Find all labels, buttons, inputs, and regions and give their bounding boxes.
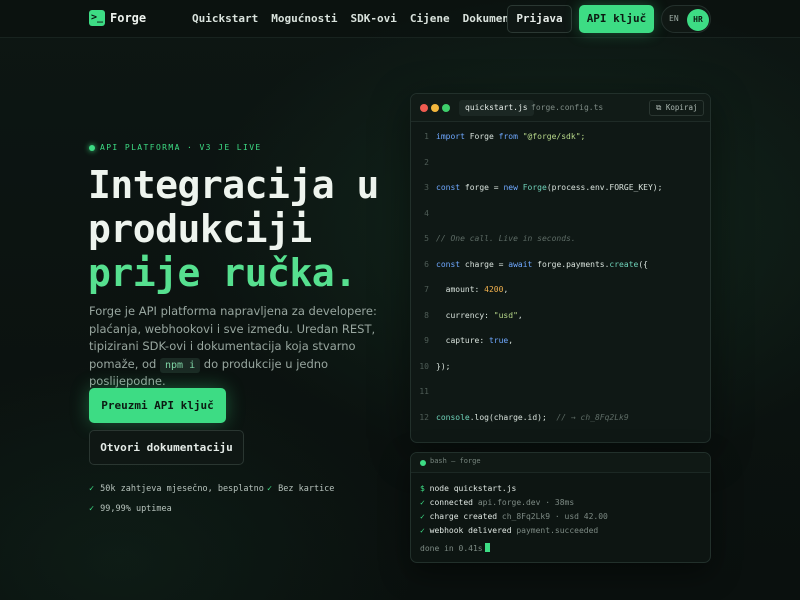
code-line: 4 [411, 207, 710, 221]
line-number: 5 [424, 234, 429, 243]
terminal-title: bash — forge [430, 457, 481, 465]
code-line: 7 amount: 4200, [411, 283, 710, 297]
tab-quickstart[interactable]: quickstart.js [459, 100, 534, 116]
check-icon: ✓ [267, 484, 273, 494]
lang-option-en[interactable]: EN [669, 14, 679, 23]
lang-option-hr[interactable]: HR [687, 9, 709, 31]
headline-line-2: produkciji [88, 207, 312, 251]
code-editor: quickstart.js forge.config.ts ⧉ Kopiraj … [410, 93, 711, 443]
terminal-icon: >_ [89, 10, 105, 26]
line-code: import Forge from "@forge/sdk"; [436, 132, 586, 141]
window-maximize-dot-icon [442, 104, 450, 112]
line-number: 6 [424, 259, 429, 269]
code-line: 8 currency: "usd", [411, 309, 710, 323]
nav-link-sdks[interactable]: SDK-ovi [350, 12, 396, 25]
code-line: 12 console.log(charge.id); // → ch_8Fq2Lk… [411, 411, 710, 425]
live-dot-icon [89, 144, 95, 151]
line-number: 7 [424, 285, 429, 294]
line-number: 11 [419, 387, 429, 396]
window-close-dot-icon [420, 104, 428, 112]
npm-install-code: npm i [160, 357, 201, 373]
nav-link-features[interactable]: Mogućnosti [271, 12, 337, 25]
nav-link-pricing[interactable]: Cijene [410, 12, 450, 25]
check-icon: ✓ [89, 484, 95, 494]
check-item-uptime: ✓ 99,99% uptimea [89, 504, 172, 514]
check-icon: ✓ [89, 504, 95, 514]
copy-label: Kopiraj [665, 103, 698, 112]
line-code: const forge = new Forge(process.env.FORG… [436, 183, 663, 192]
hero-eyebrow: API PLATFORMA · V3 JE LIVE [89, 143, 262, 152]
line-code: }); [436, 361, 451, 371]
check-item-requests: ✓ 50k zahtjeva mjesečno, besplatno [89, 484, 264, 494]
line-code: capture: true, [436, 336, 514, 345]
nav-links: Quickstart Mogućnosti SDK-ovi Cijene Dok… [192, 12, 549, 25]
code-line: 1 import Forge from "@forge/sdk"; [411, 130, 710, 144]
eyebrow-text: API PLATFORMA · V3 JE LIVE [100, 143, 262, 152]
terminal-cursor [484, 543, 490, 552]
copy-button[interactable]: ⧉ Kopiraj [649, 100, 705, 116]
line-code: amount: 4200, [436, 285, 509, 294]
code-line: 3 const forge = new Forge(process.env.FOR… [411, 181, 710, 195]
line-number: 10 [419, 361, 429, 371]
api-key-button[interactable]: API ključ [579, 5, 654, 33]
code-line: 10}); [411, 360, 710, 374]
brand-logo[interactable]: >_ Forge [89, 10, 146, 26]
check-item-no-card: ✓ Bez kartice [267, 484, 334, 494]
hero-description: Forge je API platforma napravljena za de… [89, 303, 389, 391]
check-label: Bez kartice [278, 484, 335, 494]
editor-titlebar: quickstart.js forge.config.ts ⧉ Kopiraj [411, 94, 710, 122]
top-nav: >_ Forge Quickstart Mogućnosti SDK-ovi C… [0, 0, 800, 38]
line-code: // One call. Live in seconds. [436, 234, 576, 243]
brand-name: Forge [110, 11, 147, 25]
copy-icon: ⧉ [656, 103, 666, 112]
code-line: 2 [411, 156, 710, 170]
line-number: 9 [424, 336, 429, 345]
terminal-window: bash — forge $ node quickstart.js ✓ conn… [410, 452, 711, 563]
tab-forge-config[interactable]: forge.config.ts [531, 100, 603, 116]
open-docs-button[interactable]: Otvori dokumentaciju [89, 430, 244, 465]
headline-line-3: prije ručka. [88, 251, 357, 295]
line-code: currency: "usd", [436, 310, 523, 320]
line-number: 12 [419, 412, 429, 422]
line-number: 3 [424, 183, 429, 192]
terminal-titlebar: bash — forge [411, 453, 710, 473]
terminal-output-line: ✓ connected api.forge.dev · 38ms [420, 498, 575, 507]
check-label: 50k zahtjeva mjesečno, besplatno [100, 484, 264, 494]
line-code: const charge = await forge.payments.crea… [436, 259, 648, 269]
terminal-output-line: ✓ webhook delivered payment.succeeded [420, 526, 599, 535]
terminal-command-line: $ node quickstart.js [420, 484, 517, 493]
hero-headline: Integracija u produkciji prije ručka. [88, 163, 379, 295]
code-line: 5 // One call. Live in seconds. [411, 232, 710, 246]
line-number: 4 [424, 208, 429, 218]
line-code: console.log(charge.id); // → ch_8Fq2Lk9 [436, 412, 629, 422]
line-number: 8 [424, 310, 429, 320]
terminal-status-dot-icon [420, 460, 426, 466]
headline-line-1: Integracija u [88, 163, 379, 207]
check-label: 99,99% uptimea [100, 504, 172, 514]
code-line: 6 const charge = await forge.payments.cre… [411, 258, 710, 272]
nav-link-quickstart[interactable]: Quickstart [192, 12, 258, 25]
code-line: 11 [411, 385, 710, 399]
code-line: 9 capture: true, [411, 334, 710, 348]
window-minimize-dot-icon [431, 104, 439, 112]
language-switch[interactable]: EN HR [661, 5, 711, 33]
line-number: 1 [424, 132, 429, 141]
terminal-done-line: done in 0.41s [420, 543, 490, 555]
get-api-key-button[interactable]: Preuzmi API ključ [89, 388, 226, 423]
login-button[interactable]: Prijava [507, 5, 572, 33]
line-number: 2 [424, 157, 429, 167]
terminal-output-line: ✓ charge created ch_8Fq2Lk9 · usd 42.00 [420, 512, 608, 521]
